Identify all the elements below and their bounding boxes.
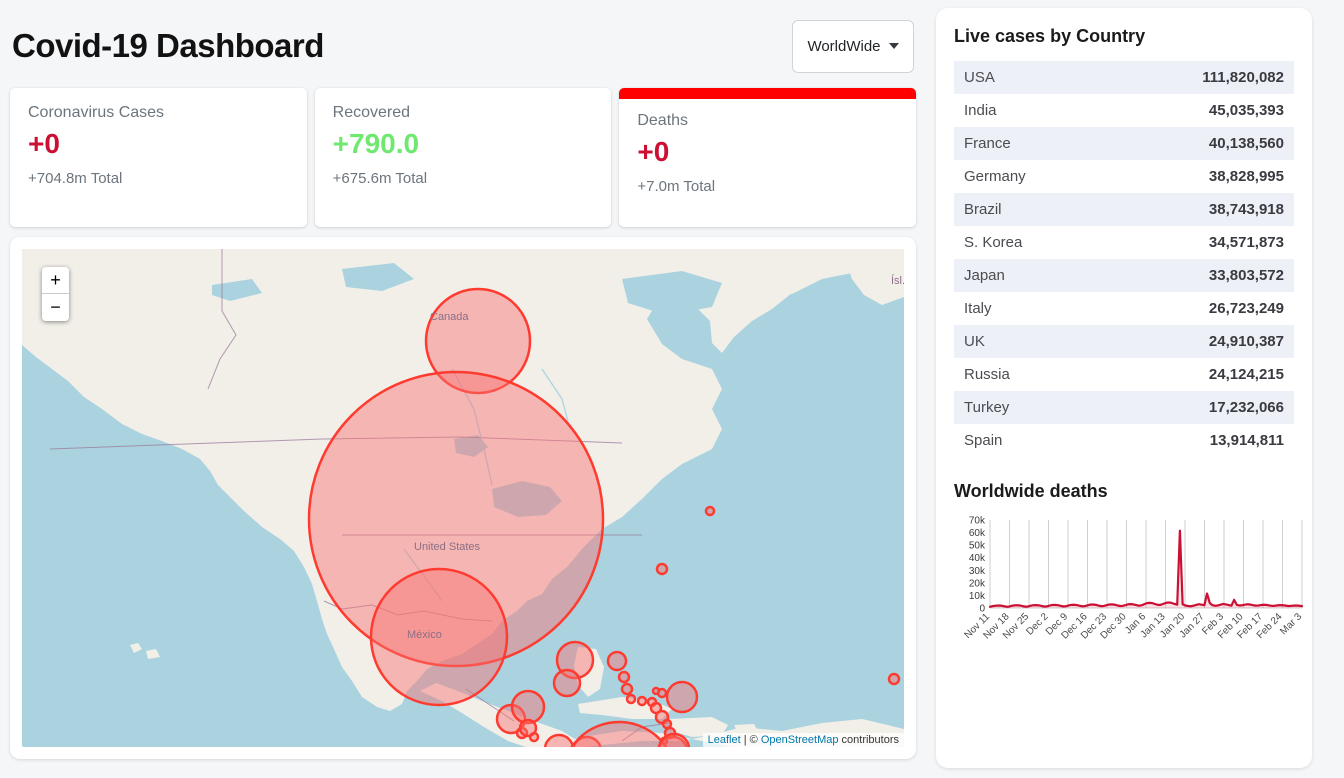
country-cases: 38,743,918 (1208, 201, 1284, 218)
country-cases: 45,035,393 (1208, 102, 1284, 119)
country-name: Japan (964, 267, 1005, 284)
stat-card-delta: +0 (28, 128, 60, 159)
worldwide-deaths-title: Worldwide deaths (954, 481, 1108, 501)
country-row[interactable]: Japan 33,803,572 (954, 259, 1294, 292)
map-card: Canada United States México Colombia Ísl… (10, 237, 916, 759)
country-cases: 13,914,811 (1209, 432, 1284, 449)
stat-card-recovered[interactable]: Recovered +790.0 +675.6m Total (314, 88, 612, 227)
country-list[interactable]: USA 111,820,082 India 45,035,393 France 40,13… (954, 61, 1294, 459)
openstreetmap-link[interactable]: OpenStreetMap (761, 734, 839, 746)
country-name: Italy (964, 300, 992, 317)
y-axis-tick-label: 40k (969, 553, 986, 564)
header-bar: Covid-19 Dashboard WorldWide (10, 10, 916, 82)
leaflet-link[interactable]: Leaflet (708, 734, 741, 746)
attribution-suffix: contributors (838, 734, 899, 746)
deaths-chart-svg: 010k20k30k40k50k60k70kNov 11Nov 18Nov 25… (962, 516, 1304, 642)
country-cases: 26,723,249 (1208, 300, 1284, 317)
country-cases: 24,910,387 (1208, 333, 1284, 350)
stat-card-cases[interactable]: Coronavirus Cases +0 +704.8m Total (10, 88, 307, 227)
y-axis-tick-label: 60k (969, 528, 986, 539)
country-row[interactable]: Turkey 17,232,066 (954, 391, 1294, 424)
main-column: Covid-19 Dashboard WorldWide Coronavirus… (0, 0, 930, 778)
country-name: Brazil (964, 201, 1002, 218)
country-row[interactable]: UK 24,910,387 (954, 325, 1294, 358)
chevron-down-icon (888, 43, 899, 49)
stat-card-accent-bar (619, 88, 917, 99)
country-row[interactable]: France 40,138,560 (954, 127, 1294, 160)
country-cases: 33,803,572 (1208, 267, 1284, 284)
country-name: India (964, 102, 997, 119)
y-axis-tick-label: 70k (969, 516, 986, 527)
worldwide-deaths-chart[interactable]: 0 10k 20k 30k 40k 50k 60k 70k Nov 11 Nov 18 Nov 25… (954, 512, 1304, 662)
country-cases: 34,571,873 (1208, 234, 1284, 251)
stat-card-total: +675.6m Total (332, 170, 428, 187)
sidebar-column: Live cases by Country USA 111,820,082 Indi… (930, 0, 1324, 778)
x-axis-tick-label: Mar 3 (1278, 611, 1304, 637)
country-row[interactable]: Italy 26,723,249 (954, 292, 1294, 325)
country-row[interactable]: Germany 38,828,995 (954, 160, 1294, 193)
y-axis-tick-label: 50k (969, 541, 986, 552)
country-name: Germany (964, 168, 1026, 185)
country-row[interactable]: Spain 13,914,811 (954, 424, 1294, 457)
leaflet-map[interactable]: Canada United States México Colombia Ísl… (22, 249, 904, 747)
country-cases: 38,828,995 (1208, 168, 1284, 185)
live-cases-title: Live cases by Country (954, 26, 1146, 46)
sidebar-card: Live cases by Country USA 111,820,082 Indi… (936, 8, 1312, 768)
stat-card-title: Deaths (637, 112, 689, 129)
country-row[interactable]: India 45,035,393 (954, 94, 1294, 127)
y-axis-tick-label: 10k (969, 591, 986, 602)
country-name: France (964, 135, 1011, 152)
page-title: Covid-19 Dashboard (12, 27, 324, 64)
zoom-in-button[interactable]: + (42, 267, 69, 294)
map-canvas (22, 249, 904, 747)
stat-card-deaths[interactable]: Deaths +0 +7.0m Total (619, 88, 917, 227)
country-row[interactable]: Russia 24,124,215 (954, 358, 1294, 391)
y-axis-tick-label: 20k (969, 578, 986, 589)
stat-card-total: +7.0m Total (637, 178, 716, 195)
country-row[interactable]: USA 111,820,082 (954, 61, 1294, 94)
map-zoom-controls[interactable]: + − (42, 267, 69, 321)
y-axis-tick-label: 30k (969, 566, 986, 577)
country-name: Turkey (964, 399, 1010, 416)
stat-card-delta: +790.0 (332, 128, 420, 159)
map-attribution: Leaflet | © OpenStreetMap contributors (702, 733, 904, 747)
country-cases: 17,232,066 (1208, 399, 1284, 416)
country-cases: 40,138,560 (1208, 135, 1284, 152)
country-cases: 24,124,215 (1208, 366, 1284, 383)
stat-card-total: +704.8m Total (28, 170, 123, 187)
stat-card-delta: +0 (637, 136, 670, 167)
stat-cards: Coronavirus Cases +0 +704.8m Total Recov… (10, 88, 917, 227)
country-name: Russia (964, 366, 1010, 383)
attribution-separator: | © (740, 734, 761, 746)
country-cases: 111,820,082 (1202, 69, 1284, 86)
country-name: UK (964, 333, 985, 350)
dashboard-root: Covid-19 Dashboard WorldWide Coronavirus… (0, 0, 1344, 778)
country-select-value: WorldWide (807, 37, 881, 55)
country-row[interactable]: S. Korea 34,571,873 (954, 226, 1294, 259)
stat-card-title: Coronavirus Cases (28, 104, 165, 121)
zoom-out-button[interactable]: − (42, 294, 69, 321)
country-name: S. Korea (964, 234, 1023, 251)
country-select-dropdown[interactable]: WorldWide (792, 19, 914, 73)
stat-card-title: Recovered (332, 104, 411, 121)
country-row[interactable]: Brazil 38,743,918 (954, 193, 1294, 226)
country-name: USA (964, 69, 995, 86)
country-name: Spain (964, 432, 1003, 449)
